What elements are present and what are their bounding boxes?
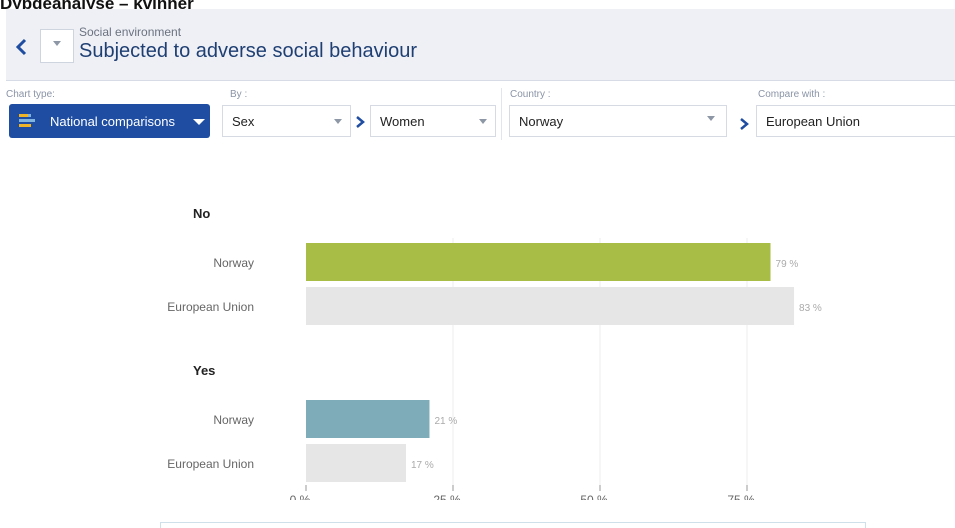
bar-chart-icon — [19, 114, 35, 127]
chart-type-button[interactable]: National comparisons — [9, 104, 210, 138]
bar — [306, 444, 406, 482]
dropdown-caret-icon — [707, 116, 715, 121]
chart-type-value: National comparisons — [50, 114, 176, 129]
breadcrumb: Social environment — [79, 25, 182, 39]
bar-chart: No Norway 79 % European Union 83 % Yes Norway 2… — [167, 206, 822, 500]
chevron-right-icon — [356, 116, 365, 128]
by-label: By : — [230, 89, 248, 100]
country-label: Country : — [510, 89, 551, 100]
dropdown-caret-icon — [334, 119, 342, 124]
x-tick-label: 0 % — [290, 493, 311, 500]
x-tick-label: 25 % — [433, 493, 461, 500]
bar-data-label: 83 % — [799, 303, 822, 314]
by-select[interactable]: Sex — [222, 105, 351, 137]
chart-type-label: Chart type: — [6, 89, 55, 100]
bar-category-label: Norway — [213, 413, 254, 427]
country-select-value: Norway — [519, 114, 564, 129]
compare-select[interactable]: European Union — [756, 105, 955, 137]
bar — [306, 400, 430, 438]
by-sub-select[interactable]: Women — [370, 105, 496, 137]
country-select[interactable]: Norway — [509, 105, 727, 137]
bar-category-label: Norway — [213, 256, 254, 270]
chart-info-panel — [160, 522, 866, 528]
group-label: No — [193, 206, 210, 221]
group-label: Yes — [193, 363, 215, 378]
x-tick-label: 75 % — [727, 493, 755, 500]
divider — [501, 88, 502, 140]
bar — [306, 287, 795, 325]
bar-category-label: European Union — [167, 457, 254, 471]
topic-dropdown-button[interactable] — [40, 29, 74, 63]
dropdown-caret-icon — [479, 119, 487, 124]
x-tick-label: 50 % — [580, 493, 608, 500]
header-bar: Social environment Subjected to adverse … — [6, 9, 955, 81]
indicator-title: Subjected to adverse social behaviour — [79, 40, 417, 62]
by-sub-select-value: Women — [380, 114, 425, 129]
chevron-right-icon — [740, 118, 749, 130]
bar-data-label: 21 % — [434, 416, 457, 427]
compare-select-value: European Union — [766, 114, 860, 129]
chevron-left-icon[interactable] — [14, 36, 30, 58]
compare-label: Compare with : — [758, 89, 826, 100]
bar-data-label: 17 % — [411, 460, 434, 471]
by-select-value: Sex — [232, 114, 255, 129]
bar — [306, 243, 771, 281]
dropdown-caret-icon — [53, 41, 61, 46]
bar-category-label: European Union — [167, 300, 254, 314]
bar-data-label: 79 % — [776, 259, 799, 270]
caret-down-icon — [193, 119, 205, 125]
